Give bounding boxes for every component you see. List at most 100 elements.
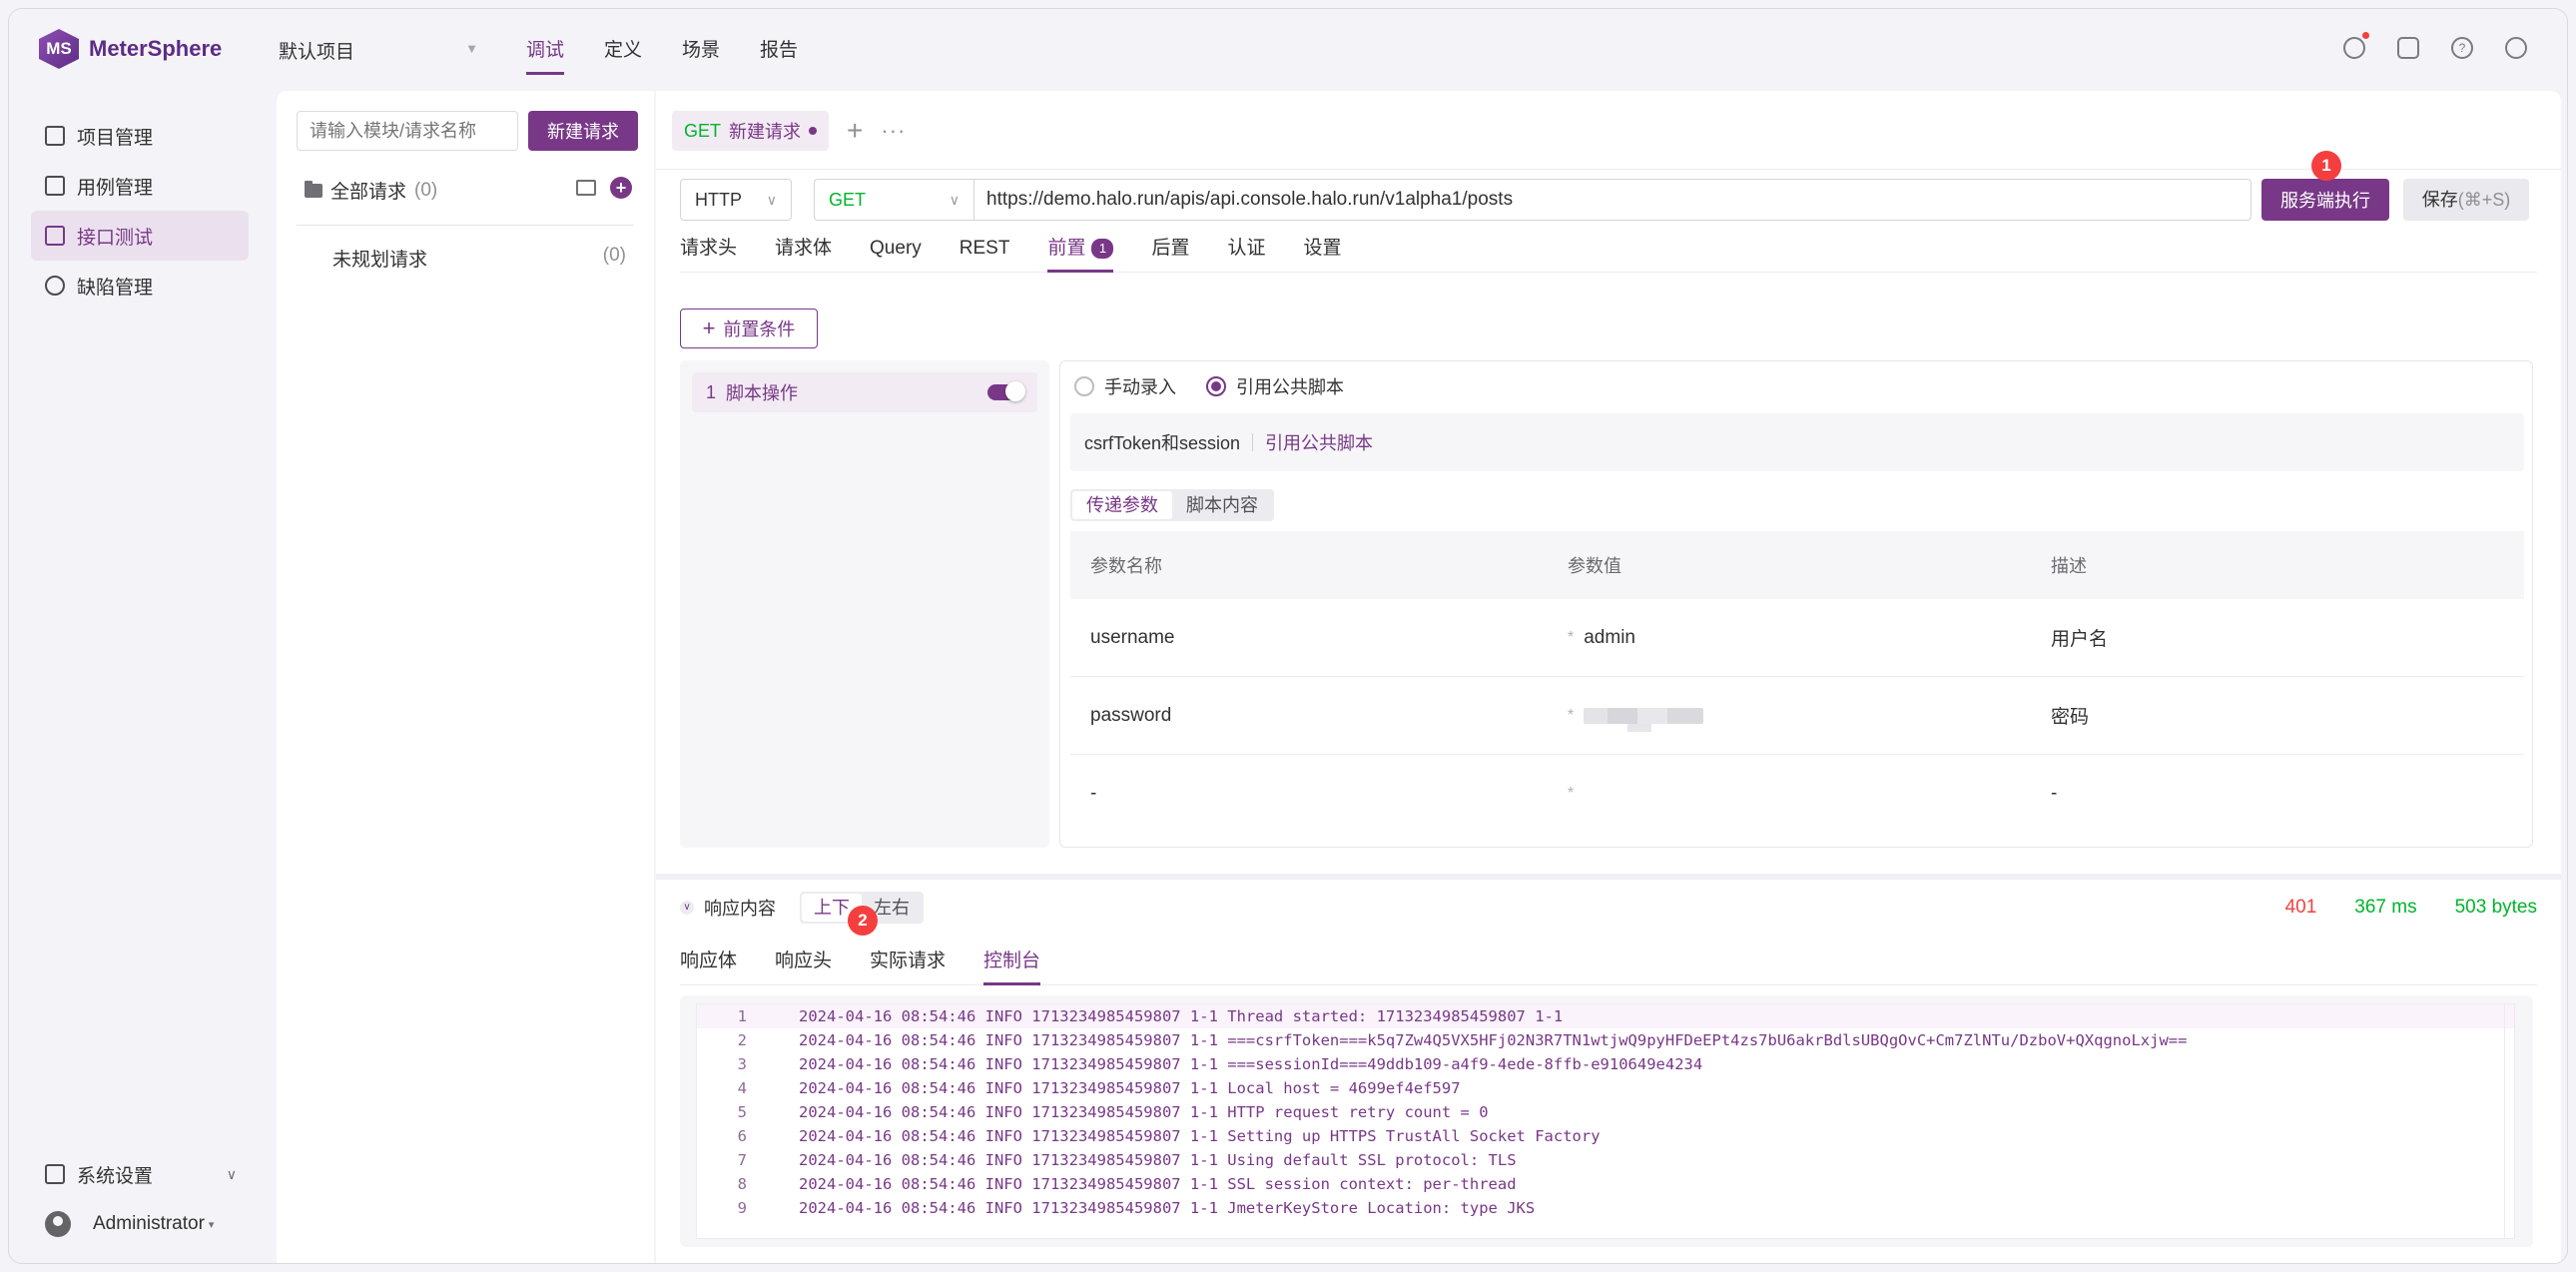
line-text: 2024-04-16 08:54:46 INFO 171323498545980… — [799, 1007, 1564, 1025]
method-select[interactable]: GET ∨ — [814, 179, 973, 221]
logo[interactable]: MS MeterSphere — [39, 29, 222, 69]
settings-icon — [45, 1164, 65, 1184]
table-header: 参数名称 参数值 描述 — [1070, 531, 2524, 599]
radio-public-script[interactable]: 引用公共脚本 — [1206, 373, 1344, 399]
logo-mark-icon: MS — [39, 29, 79, 69]
resize-divider[interactable] — [656, 874, 2561, 880]
caret-down-icon: ▾ — [208, 1218, 215, 1231]
add-circle-icon[interactable]: + — [610, 177, 632, 199]
tab-settings[interactable]: 设置 — [1304, 225, 1342, 272]
button-label: 前置条件 — [723, 319, 796, 339]
radio-button — [1074, 376, 1094, 396]
step-enable-toggle[interactable] — [987, 381, 1025, 401]
tree-node-count: (0) — [414, 179, 438, 201]
save-button[interactable]: 保存(⌘+S) — [2403, 179, 2529, 221]
method-value: GET — [829, 190, 867, 210]
console-output[interactable]: 1 2024-04-16 08:54:46 INFO 17132349854598… — [696, 1003, 2515, 1239]
user-settings-icon[interactable] — [2505, 37, 2527, 59]
radio-manual[interactable]: 手动录入 — [1074, 373, 1176, 399]
tab-headers[interactable]: 请求头 — [680, 225, 737, 272]
url-row: HTTP ∨ GET ∨ https://demo.halo.run/apis/… — [680, 151, 2557, 221]
sidebar-item-label: 系统设置 — [77, 1165, 154, 1187]
unsaved-dot-icon — [809, 127, 818, 135]
tab-query[interactable]: Query — [870, 225, 922, 272]
bug-icon — [45, 276, 65, 296]
save-shortcut: (⌘+S) — [2457, 190, 2511, 210]
sidebar-item-system-settings[interactable]: 系统设置 ∨ — [31, 1151, 249, 1197]
line-text: 2024-04-16 08:54:46 INFO 171323498545980… — [799, 1079, 1461, 1097]
pre-step-item[interactable]: 1 脚本操作 — [692, 372, 1037, 412]
bell-icon[interactable] — [2343, 32, 2369, 59]
folder-add-icon[interactable] — [576, 180, 596, 196]
chevron-down-icon: ∨ — [226, 1165, 237, 1182]
tab-response-headers[interactable]: 响应头 — [775, 938, 832, 984]
required-mark: * — [1568, 628, 1575, 646]
more-icon[interactable]: ··· — [881, 111, 906, 151]
nav-definition[interactable]: 定义 — [604, 9, 642, 89]
seg-script-content[interactable]: 脚本内容 — [1172, 491, 1272, 519]
tree-node-label: 全部请求 — [330, 182, 407, 203]
user-menu[interactable]: Administrator ▾ — [31, 1201, 249, 1247]
tab-rest[interactable]: REST — [960, 225, 1010, 272]
response-stats: 401 367 ms 503 bytes — [2285, 888, 2537, 928]
param-value-cell[interactable]: * — [1554, 707, 2037, 732]
public-script-link[interactable]: 引用公共脚本 — [1265, 429, 1373, 455]
line-number: 7 — [737, 1151, 747, 1169]
param-name: username — [1090, 626, 1175, 648]
tab-actual-request[interactable]: 实际请求 — [870, 938, 946, 984]
url-input[interactable]: https://demo.halo.run/apis/api.console.h… — [973, 179, 2252, 221]
divider — [656, 169, 2561, 170]
param-value-cell[interactable]: * — [1554, 785, 2037, 803]
tab-body[interactable]: 请求体 — [775, 225, 832, 272]
table-row: username * admin 用户名 — [1070, 599, 2524, 677]
step-index: 1 — [706, 381, 717, 402]
new-request-button[interactable]: 新建请求 — [528, 111, 638, 151]
response-size: 503 bytes — [2454, 897, 2537, 918]
task-icon[interactable] — [2397, 37, 2419, 59]
console-line: 1 2024-04-16 08:54:46 INFO 17132349854598… — [697, 1004, 2514, 1028]
tab-console[interactable]: 控制台 — [983, 938, 1041, 985]
tab-auth[interactable]: 认证 — [1228, 225, 1266, 272]
masked-value — [1584, 707, 1704, 732]
seg-params[interactable]: 传递参数 — [1072, 491, 1172, 519]
step-badge-1: 1 — [2311, 151, 2341, 181]
param-desc: 用户名 — [2051, 629, 2109, 650]
help-icon[interactable]: ? — [2451, 37, 2473, 59]
nav-debug[interactable]: 调试 — [526, 9, 565, 89]
project-select[interactable]: 默认项目 ▼ — [279, 37, 478, 64]
tab-pre[interactable]: 前置 1 — [1047, 225, 1114, 273]
script-view-switch: 传递参数 脚本内容 — [1070, 489, 1274, 521]
sidebar-item-api-test[interactable]: 接口测试 — [31, 211, 249, 261]
response-time: 367 ms — [2354, 897, 2417, 918]
module-search-input[interactable] — [297, 111, 518, 151]
tree-all-requests[interactable]: 全部请求 (0) — [305, 177, 437, 204]
line-text: 2024-04-16 08:54:46 INFO 171323498545980… — [799, 1103, 1489, 1121]
module-panel: 新建请求 全部请求 (0) + 未规划请求 (0) — [277, 91, 654, 1263]
server-run-button[interactable]: 服务端执行 — [2261, 179, 2389, 221]
param-value-cell[interactable]: * admin — [1554, 627, 2037, 649]
notification-dot — [2362, 32, 2369, 39]
request-tab[interactable]: GET 新建请求 — [672, 111, 830, 151]
console-line: 5 2024-04-16 08:54:46 INFO 17132349854598… — [697, 1100, 2514, 1124]
script-reference: csrfToken和session 引用公共脚本 — [1070, 413, 2524, 471]
add-tab-icon[interactable]: + — [847, 111, 863, 151]
sidebar-item-project[interactable]: 项目管理 — [31, 111, 249, 161]
sidebar-item-case[interactable]: 用例管理 — [31, 161, 249, 211]
sidebar-item-bug[interactable]: 缺陷管理 — [31, 261, 249, 311]
tab-post[interactable]: 后置 — [1151, 225, 1189, 272]
line-text: 2024-04-16 08:54:46 INFO 171323498545980… — [799, 1127, 1601, 1145]
nav-report[interactable]: 报告 — [760, 9, 798, 89]
scrollbar[interactable] — [2504, 1004, 2514, 1238]
response-collapse-toggle[interactable]: ∨ 响应内容 — [680, 895, 776, 921]
protocol-select[interactable]: HTTP ∨ — [680, 179, 792, 221]
tab-response-body[interactable]: 响应体 — [680, 938, 737, 984]
main-panel: GET 新建请求 + ··· HTTP ∨ GET ∨ https://demo… — [656, 91, 2561, 1263]
pre-step-list: 1 脚本操作 — [680, 360, 1049, 848]
tab-label: 前置 — [1047, 237, 1086, 259]
protocol-value: HTTP — [695, 190, 742, 210]
tree-node-unplanned[interactable]: 未规划请求 (0) — [332, 245, 626, 272]
top-bar: MS MeterSphere 默认项目 ▼ 调试 定义 场景 报告 ? — [9, 9, 2567, 89]
nav-scenario[interactable]: 场景 — [682, 9, 720, 89]
add-pre-condition-button[interactable]: + 前置条件 — [680, 309, 818, 348]
line-text: 2024-04-16 08:54:46 INFO 171323498545980… — [799, 1055, 1703, 1073]
